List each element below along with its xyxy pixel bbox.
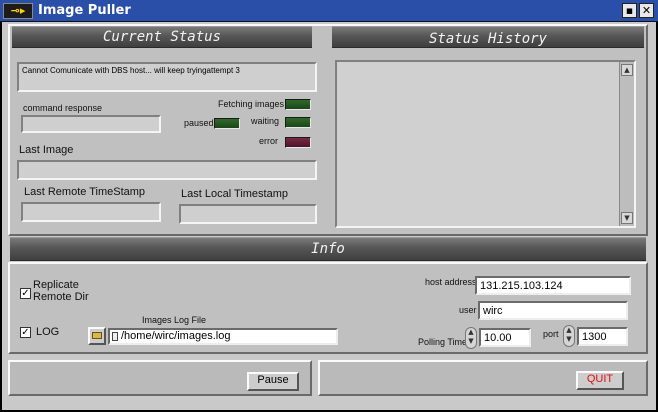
port-field[interactable]: 1300 — [577, 327, 628, 346]
images-log-file-value: /home/wirc/images.log — [121, 330, 231, 342]
title-bar[interactable]: ⊸▸ Image Puller ▪ ✕ — [0, 0, 658, 22]
info-header: Info — [10, 237, 646, 261]
quit-button[interactable]: QUIT — [576, 371, 624, 390]
status-history-list[interactable]: ▲ ▼ — [335, 60, 636, 228]
host-address-label: host address — [425, 277, 477, 287]
pause-button[interactable]: Pause — [247, 372, 299, 391]
replicate-checkbox[interactable]: ✓ — [20, 288, 31, 299]
window-title: Image Puller — [38, 3, 131, 18]
scroll-up-button[interactable]: ▲ — [621, 64, 633, 76]
replicate-label-line1: Replicate — [33, 279, 79, 291]
log-label: LOG — [36, 326, 60, 338]
port-spinner[interactable]: ▲ ▼ — [563, 325, 575, 347]
error-label: error — [259, 136, 279, 146]
chevron-down-icon[interactable]: ▼ — [466, 337, 476, 346]
app-icon[interactable]: ⊸▸ — [3, 3, 33, 19]
command-response-field — [21, 115, 161, 133]
images-log-file-field[interactable]: /home/wirc/images.log — [108, 328, 338, 345]
minimize-button[interactable]: ▪ — [622, 3, 637, 18]
current-status-header: Current Status — [12, 26, 312, 48]
user-field[interactable]: wirc — [478, 301, 628, 320]
polling-time-value: 10.00 — [484, 332, 512, 344]
waiting-led — [285, 117, 311, 128]
waiting-label: waiting — [251, 116, 280, 126]
window-body: Current Status Status History Cannot Com… — [2, 22, 656, 410]
host-address-value: 131.215.103.124 — [480, 280, 563, 292]
user-value: wirc — [483, 305, 503, 317]
last-remote-timestamp-label: Last Remote TimeStamp — [24, 186, 146, 198]
polling-time-spinner[interactable]: ▲ ▼ — [465, 327, 477, 349]
status-history-scrollbar[interactable]: ▲ ▼ — [619, 62, 634, 226]
polling-time-field[interactable]: 10.00 — [479, 328, 531, 347]
polling-time-label: Polling Time — [418, 337, 468, 347]
browse-folder-button[interactable] — [88, 327, 106, 345]
last-local-timestamp-field — [179, 204, 317, 224]
paused-label: paused — [184, 118, 214, 128]
last-local-timestamp-label: Last Local Timestamp — [181, 188, 288, 200]
last-image-label: Last Image — [19, 144, 74, 156]
fetching-images-led — [285, 99, 311, 110]
file-path-icon — [112, 332, 118, 341]
command-response-label: command response — [23, 103, 103, 113]
status-message-field: Cannot Comunicate with DBS host... will … — [17, 62, 317, 92]
fetching-images-label: Fetching images — [218, 99, 285, 109]
chevron-up-icon[interactable]: ▲ — [564, 326, 574, 335]
close-button[interactable]: ✕ — [639, 3, 654, 18]
log-checkbox[interactable]: ✓ — [20, 327, 31, 338]
chevron-up-icon[interactable]: ▲ — [466, 328, 476, 337]
port-value: 1300 — [582, 331, 607, 343]
error-led — [285, 137, 311, 148]
last-remote-timestamp-field — [21, 202, 161, 222]
host-address-field[interactable]: 131.215.103.124 — [475, 276, 631, 295]
images-log-file-label: Images Log File — [142, 315, 207, 325]
replicate-label-line2: Remote Dir — [33, 291, 89, 303]
paused-led — [214, 118, 240, 129]
folder-icon — [92, 332, 102, 339]
port-label: port — [543, 329, 559, 339]
last-image-field — [17, 160, 317, 180]
status-message: Cannot Comunicate with DBS host... will … — [22, 66, 240, 75]
status-history-header: Status History — [332, 26, 644, 48]
chevron-down-icon[interactable]: ▼ — [564, 335, 574, 344]
scroll-down-button[interactable]: ▼ — [621, 212, 633, 224]
user-label: user — [459, 305, 477, 315]
